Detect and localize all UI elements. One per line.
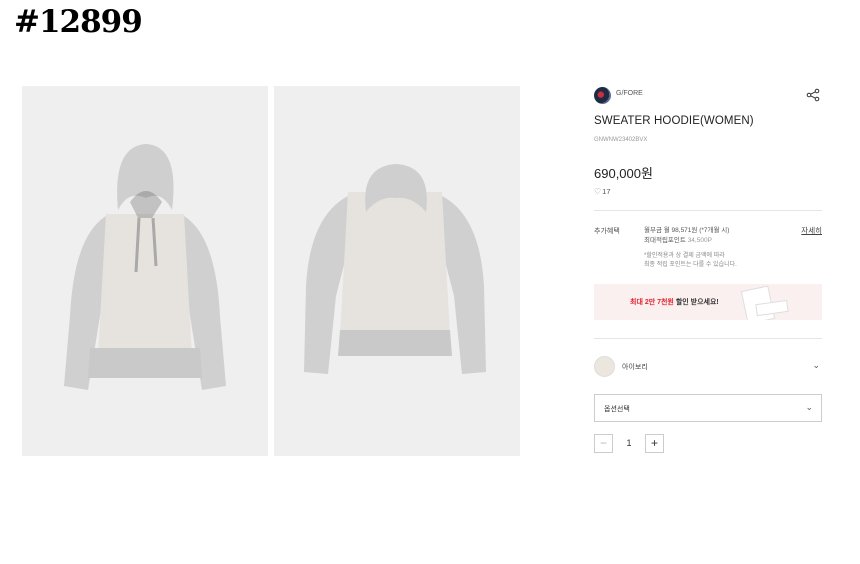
listing-number: #12899 bbox=[14, 4, 143, 40]
coupon-suffix: 할인 받으세요! bbox=[673, 299, 719, 306]
product-name: SWEATER HOODIE(WOMEN) bbox=[594, 115, 754, 127]
quantity-stepper[interactable]: − 1 + bbox=[594, 434, 664, 453]
points-label: 최대적립포인트 bbox=[644, 237, 686, 244]
share-icon[interactable] bbox=[806, 88, 820, 102]
like-count: 17 bbox=[602, 187, 611, 196]
coupon-banner[interactable]: 최대 2만 7천원 할인 받으세요! bbox=[594, 284, 822, 320]
points-value: 34,500P bbox=[687, 237, 712, 244]
heart-icon[interactable]: ♡ bbox=[594, 187, 601, 196]
product-image-front[interactable] bbox=[22, 86, 268, 456]
quantity-decrease-button[interactable]: − bbox=[594, 434, 613, 453]
chevron-down-icon[interactable]: ⌄ bbox=[812, 360, 820, 371]
hoodie-back-illustration bbox=[304, 164, 486, 374]
hoodie-front-illustration bbox=[64, 144, 226, 390]
product-code: GNWNW23402BVX bbox=[594, 137, 648, 143]
color-swatch[interactable] bbox=[594, 356, 615, 377]
benefit-details: 월부금 월 98,571원 (*7개월 시) 최대적립포인트 34,500P bbox=[644, 226, 729, 246]
points-note: *할인적용과 상 결제 금액에 따라 최종 적립 포인트는 다를 수 있습니다. bbox=[644, 252, 774, 269]
installment-text: 월부금 월 98,571원 (*7개월 시) bbox=[644, 227, 730, 234]
points-note-line: *할인적용과 상 결제 금액에 따라 bbox=[644, 253, 725, 259]
coupon-highlight: 최대 2만 7천원 bbox=[630, 299, 674, 306]
coupon-text: 최대 2만 7천원 할인 받으세요! bbox=[630, 297, 719, 307]
color-option-row[interactable]: 아이보리 ⌄ bbox=[594, 354, 822, 378]
color-name: 아이보리 bbox=[622, 364, 648, 371]
divider bbox=[594, 210, 822, 211]
points-row: 최대적립포인트 34,500P bbox=[644, 236, 729, 246]
quantity-increase-button[interactable]: + bbox=[645, 434, 664, 453]
product-image-back[interactable] bbox=[274, 86, 520, 456]
product-price: 690,000원 bbox=[594, 166, 653, 181]
brand-row: G/FORE bbox=[594, 86, 822, 106]
benefit-label: 추가혜택 bbox=[594, 228, 620, 235]
brand-logo-icon[interactable] bbox=[594, 87, 611, 104]
benefit-detail-link[interactable]: 자세히 bbox=[801, 225, 822, 236]
chevron-down-icon[interactable]: ⌄ bbox=[805, 402, 813, 413]
option-select[interactable]: 옵션선택 ⌄ bbox=[594, 394, 822, 422]
quantity-value[interactable]: 1 bbox=[613, 434, 645, 453]
brand-name[interactable]: G/FORE bbox=[616, 90, 643, 97]
like-counter[interactable]: ♡17 bbox=[594, 187, 611, 196]
option-select-label: 옵션선택 bbox=[604, 406, 630, 413]
divider bbox=[594, 338, 822, 339]
points-note-line: 최종 적립 포인트는 다를 수 있습니다. bbox=[644, 261, 737, 268]
